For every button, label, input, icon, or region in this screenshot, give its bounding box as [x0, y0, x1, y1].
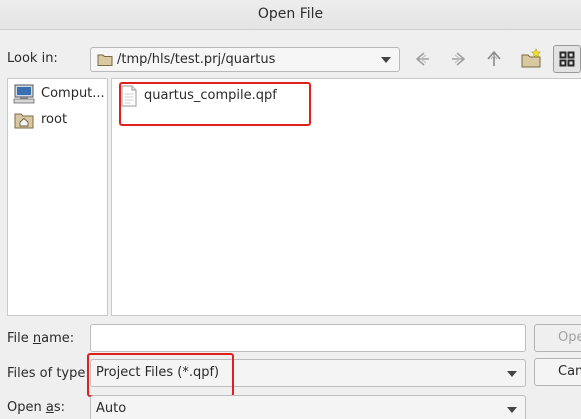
back-arrow-icon [416, 52, 429, 66]
highlight-box-file [119, 82, 311, 126]
detail-view-button[interactable] [553, 45, 581, 73]
look-in-combo[interactable]: /tmp/hls/test.prj/quartus [90, 47, 400, 72]
new-folder-button[interactable] [517, 45, 545, 73]
open-as-value: Auto [96, 401, 127, 416]
grid-view-icon [559, 51, 575, 67]
places-sidebar: Comput... root [7, 78, 108, 316]
cancel-button[interactable]: Cancel [534, 358, 581, 386]
open-as-combo[interactable]: Auto [90, 395, 526, 419]
chevron-down-icon[interactable] [507, 371, 517, 377]
new-folder-icon [521, 48, 541, 68]
sidebar-item-label: Comput... [41, 86, 105, 101]
up-folder-button[interactable] [480, 45, 508, 73]
sidebar-item-label: root [41, 112, 68, 127]
chevron-down-icon[interactable] [507, 407, 517, 413]
home-folder-icon [13, 110, 35, 134]
title-bar: Open File [0, 0, 581, 30]
sidebar-item-computer[interactable]: Comput... [12, 83, 107, 105]
back-button[interactable] [409, 45, 437, 73]
highlight-box-filetype [87, 353, 234, 397]
file-type-label: Files of type: [7, 366, 90, 381]
computer-icon [13, 84, 35, 108]
up-arrow-icon [487, 51, 501, 66]
forward-arrow-icon [452, 52, 465, 66]
chevron-down-icon[interactable] [381, 57, 391, 63]
file-name-label: File name: [7, 331, 75, 346]
open-as-label: Open as: [7, 400, 65, 415]
look-in-path: /tmp/hls/test.prj/quartus [117, 52, 276, 67]
sidebar-item-root[interactable]: root [12, 109, 107, 131]
window-title: Open File [257, 6, 324, 22]
file-name-input[interactable] [90, 324, 526, 352]
folder-icon [97, 52, 113, 71]
open-button[interactable]: Open [534, 324, 581, 352]
forward-button[interactable] [444, 45, 472, 73]
look-in-label: Look in: [7, 51, 58, 66]
